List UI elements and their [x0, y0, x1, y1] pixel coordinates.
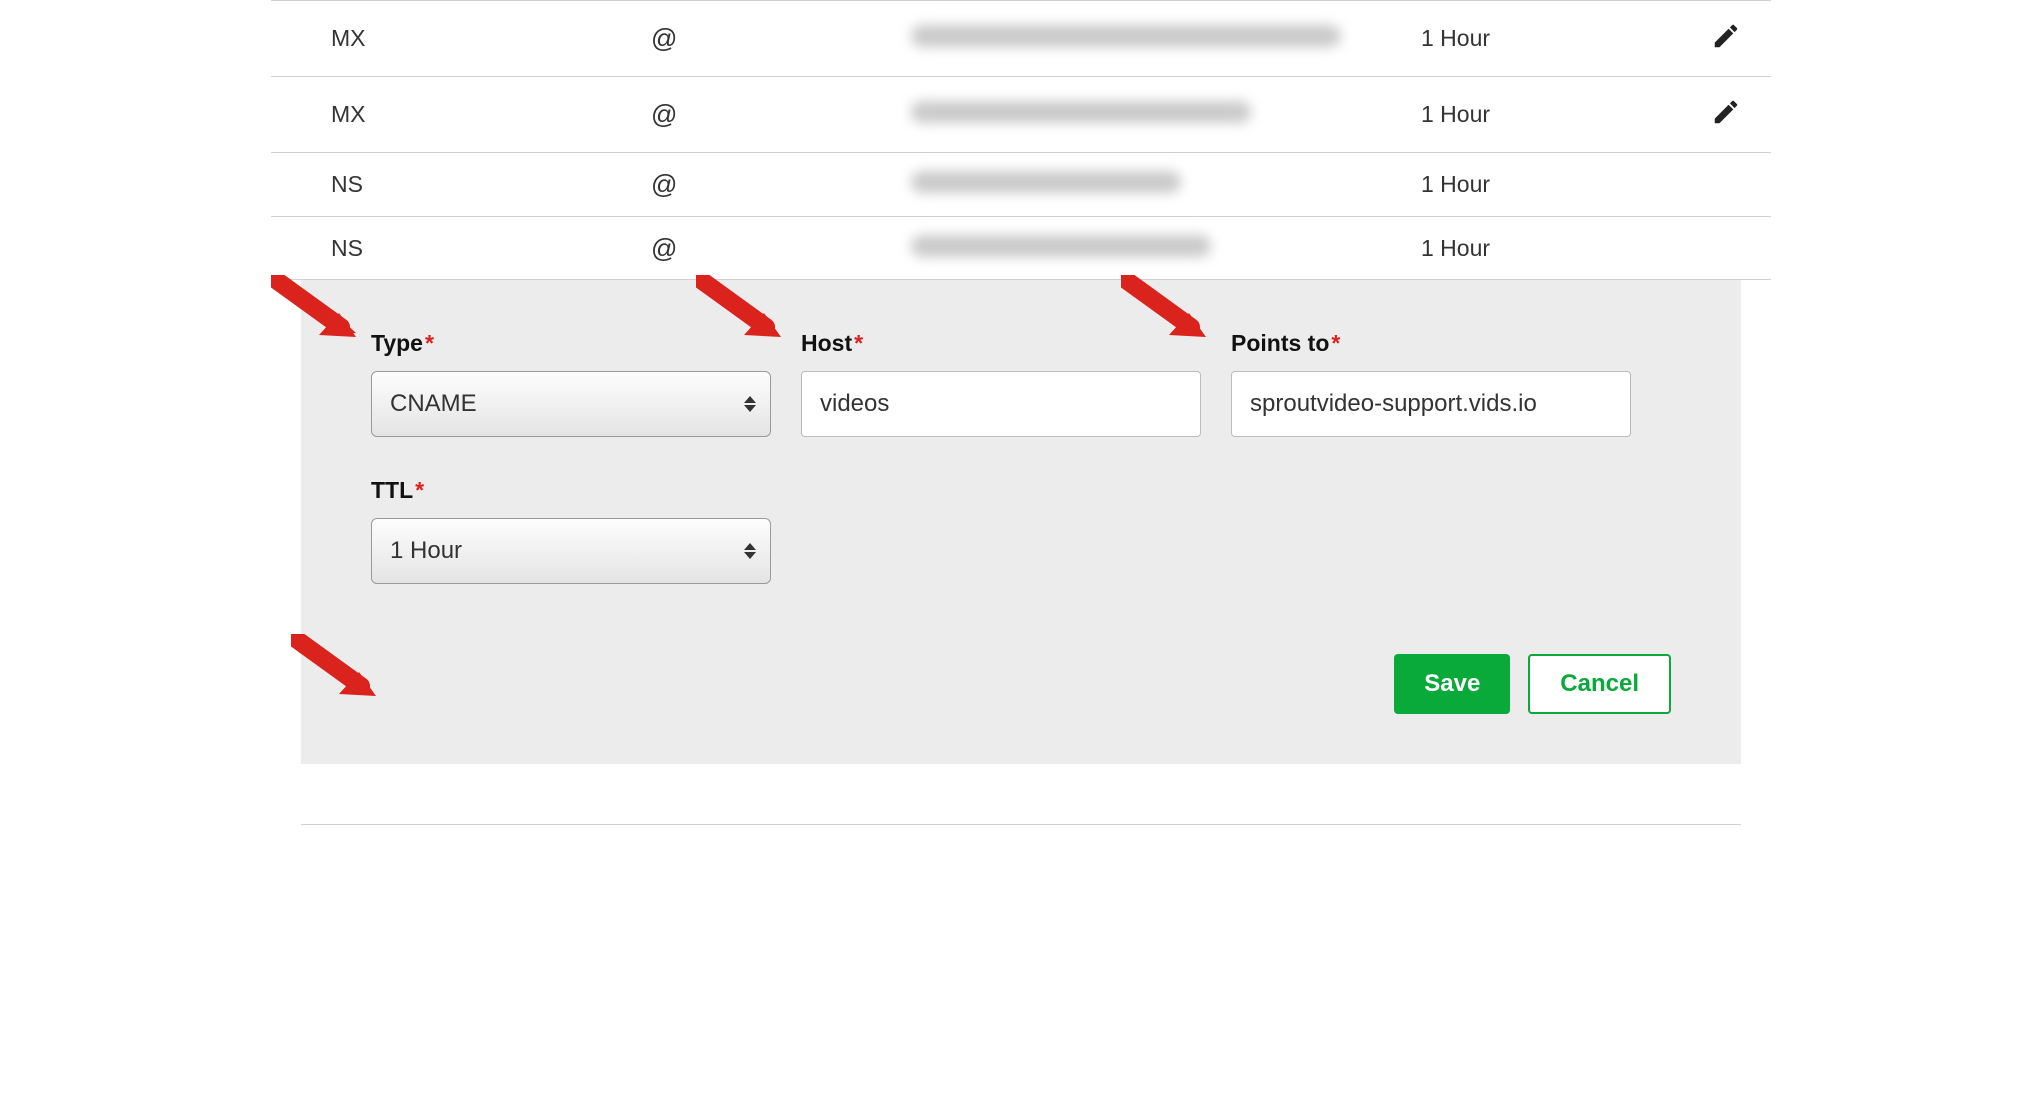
required-mark: *	[854, 330, 863, 356]
cell-ttl: 1 Hour	[1421, 101, 1681, 128]
annotation-arrow-icon	[291, 634, 381, 704]
table-row: NS @ 1 Hour	[271, 216, 1771, 280]
label-type: Type*	[371, 330, 771, 357]
cell-type: MX	[271, 25, 651, 52]
label-points-to: Points to*	[1231, 330, 1631, 357]
type-select-value: CNAME	[390, 390, 477, 418]
cell-ttl: 1 Hour	[1421, 171, 1681, 198]
cell-ttl: 1 Hour	[1421, 235, 1681, 262]
field-host: Host*	[801, 330, 1201, 437]
select-caret-icon	[744, 396, 756, 412]
ttl-select[interactable]: 1 Hour	[371, 518, 771, 584]
add-record-form: Type* CNAME Host* Points to*	[301, 280, 1741, 764]
host-input[interactable]	[801, 371, 1201, 437]
label-host: Host*	[801, 330, 1201, 357]
table-row: MX @ 1 Hour	[271, 0, 1771, 76]
field-points-to: Points to*	[1231, 330, 1631, 437]
cell-points-to	[911, 101, 1421, 128]
field-type: Type* CNAME	[371, 330, 771, 437]
cell-points-to	[911, 25, 1421, 52]
cell-host: @	[651, 23, 911, 54]
divider	[301, 824, 1741, 825]
dns-records-table: MX @ 1 Hour MX @ 1 Hour NS @	[271, 0, 1771, 280]
required-mark: *	[1331, 330, 1340, 356]
cell-type: MX	[271, 101, 651, 128]
type-select[interactable]: CNAME	[371, 371, 771, 437]
label-ttl: TTL*	[371, 477, 771, 504]
field-ttl: TTL* 1 Hour	[371, 477, 771, 584]
edit-icon[interactable]	[1711, 38, 1741, 55]
cell-points-to	[911, 171, 1421, 198]
annotation-arrow-icon	[271, 275, 361, 345]
cell-host: @	[651, 233, 911, 264]
points-to-input[interactable]	[1231, 371, 1631, 437]
required-mark: *	[425, 330, 434, 356]
cell-host: @	[651, 169, 911, 200]
cell-ttl: 1 Hour	[1421, 25, 1681, 52]
save-button[interactable]: Save	[1394, 654, 1510, 714]
table-row: NS @ 1 Hour	[271, 152, 1771, 216]
cancel-button[interactable]: Cancel	[1528, 654, 1671, 714]
select-caret-icon	[744, 543, 756, 559]
cell-type: NS	[271, 171, 651, 198]
required-mark: *	[415, 477, 424, 503]
cell-points-to	[911, 235, 1421, 262]
table-row: MX @ 1 Hour	[271, 76, 1771, 152]
cell-type: NS	[271, 235, 651, 262]
cell-host: @	[651, 99, 911, 130]
ttl-select-value: 1 Hour	[390, 537, 462, 565]
edit-icon[interactable]	[1711, 114, 1741, 131]
